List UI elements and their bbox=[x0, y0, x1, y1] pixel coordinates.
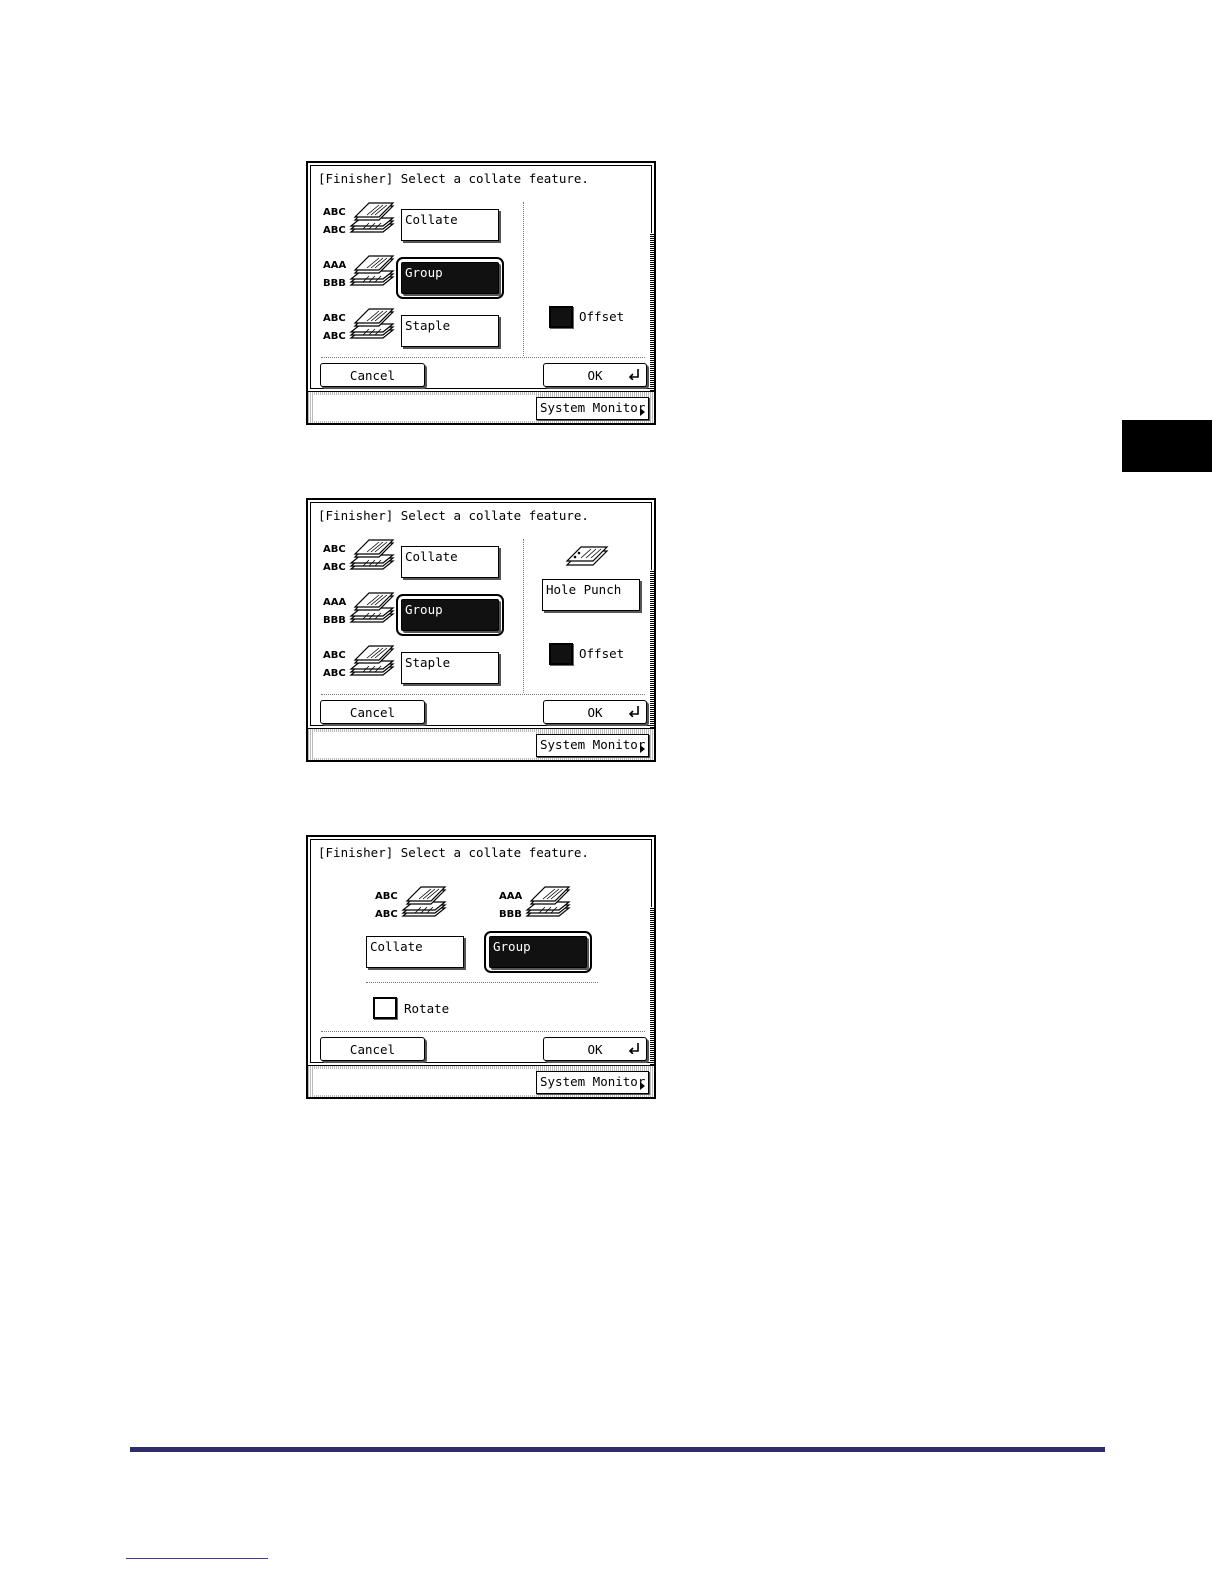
status-area bbox=[314, 732, 536, 758]
panel-title: [Finisher] Select a collate feature. bbox=[318, 171, 589, 186]
system-monitor-button[interactable]: System Monitor bbox=[536, 1071, 649, 1094]
status-bar: System Monitor bbox=[308, 1065, 654, 1097]
system-monitor-label: System Monitor bbox=[540, 737, 646, 752]
cancel-button[interactable]: Cancel bbox=[320, 700, 425, 724]
system-monitor-label: System Monitor bbox=[540, 400, 646, 415]
status-bar: System Monitor bbox=[308, 391, 654, 423]
collate-button[interactable]: Collate bbox=[366, 936, 464, 968]
cancel-button[interactable]: Cancel bbox=[320, 1037, 425, 1061]
collate-stack-label: ABC ABC bbox=[323, 544, 346, 573]
staple-stack-icon bbox=[350, 645, 394, 676]
group-stack-icon bbox=[526, 886, 570, 917]
ok-button[interactable]: OK bbox=[543, 700, 647, 724]
panel-edge-hatch bbox=[650, 907, 654, 1067]
system-monitor-button[interactable]: System Monitor bbox=[536, 734, 649, 757]
footer-rule bbox=[130, 1447, 1105, 1452]
footer-divider bbox=[321, 357, 645, 358]
collate-stack-icon bbox=[350, 202, 394, 233]
collate-button[interactable]: Collate bbox=[401, 546, 499, 578]
column-divider bbox=[523, 202, 524, 356]
system-monitor-button[interactable]: System Monitor bbox=[536, 397, 649, 420]
offset-label: Offset bbox=[579, 646, 625, 661]
group-button[interactable]: Group bbox=[396, 594, 504, 636]
footer-divider bbox=[321, 1031, 645, 1032]
system-monitor-label: System Monitor bbox=[540, 1074, 646, 1089]
return-icon bbox=[628, 369, 639, 380]
panel-3-inner: [Finisher] Select a collate feature. ABC… bbox=[310, 839, 652, 1063]
cancel-button[interactable]: Cancel bbox=[320, 363, 425, 387]
collate-stack-label: ABC ABC bbox=[323, 207, 346, 236]
group-stack-label: AAA BBB bbox=[499, 891, 523, 920]
ok-label: OK bbox=[587, 705, 603, 720]
return-icon bbox=[628, 1043, 639, 1054]
footer-link-underline[interactable] bbox=[126, 1558, 268, 1559]
panel-title: [Finisher] Select a collate feature. bbox=[318, 845, 589, 860]
staple-stack-icon bbox=[350, 308, 394, 339]
status-area bbox=[314, 395, 536, 421]
staple-button[interactable]: Staple bbox=[401, 652, 499, 684]
hole-punch-button[interactable]: Hole Punch bbox=[542, 579, 640, 611]
options-divider bbox=[366, 982, 598, 983]
staple-stack-label: ABC ABC bbox=[323, 650, 346, 679]
staple-button[interactable]: Staple bbox=[401, 315, 499, 347]
ok-label: OK bbox=[587, 1042, 603, 1057]
ok-button[interactable]: OK bbox=[543, 363, 647, 387]
group-stack-icon bbox=[350, 592, 394, 623]
panel-2-inner: [Finisher] Select a collate feature. ABC… bbox=[310, 502, 652, 726]
panel-2: [Finisher] Select a collate feature. ABC… bbox=[306, 498, 656, 762]
ok-button[interactable]: OK bbox=[543, 1037, 647, 1061]
collate-stack-icon bbox=[402, 886, 446, 917]
chapter-tab bbox=[1122, 420, 1212, 472]
panel-title: [Finisher] Select a collate feature. bbox=[318, 508, 589, 523]
panel-edge-hatch bbox=[650, 570, 654, 730]
group-button[interactable]: Group bbox=[396, 257, 504, 299]
offset-label: Offset bbox=[579, 309, 625, 324]
column-divider bbox=[523, 539, 524, 693]
status-bar: System Monitor bbox=[308, 728, 654, 760]
return-icon bbox=[628, 706, 639, 717]
rotate-label: Rotate bbox=[404, 1001, 450, 1016]
rotate-checkbox[interactable] bbox=[373, 997, 397, 1019]
group-stack-icon bbox=[350, 255, 394, 286]
collate-stack-label: ABC ABC bbox=[375, 891, 398, 920]
panel-1: [Finisher] Select a collate feature. ABC… bbox=[306, 161, 656, 425]
panel-edge-hatch bbox=[650, 233, 654, 393]
arrow-right-icon bbox=[640, 745, 645, 753]
offset-checkbox[interactable] bbox=[549, 643, 573, 665]
status-area bbox=[314, 1069, 536, 1095]
group-button[interactable]: Group bbox=[484, 931, 592, 973]
collate-stack-icon bbox=[350, 539, 394, 570]
panel-1-inner: [Finisher] Select a collate feature. ABC… bbox=[310, 165, 652, 389]
panel-3: [Finisher] Select a collate feature. ABC… bbox=[306, 835, 656, 1099]
group-stack-label: AAA BBB bbox=[323, 597, 347, 626]
ok-label: OK bbox=[587, 368, 603, 383]
hole-punch-icon bbox=[565, 546, 609, 566]
footer-divider bbox=[321, 694, 645, 695]
staple-stack-label: ABC ABC bbox=[323, 313, 346, 342]
arrow-right-icon bbox=[640, 408, 645, 416]
offset-checkbox[interactable] bbox=[549, 306, 573, 328]
collate-button[interactable]: Collate bbox=[401, 209, 499, 241]
group-stack-label: AAA BBB bbox=[323, 260, 347, 289]
arrow-right-icon bbox=[640, 1082, 645, 1090]
